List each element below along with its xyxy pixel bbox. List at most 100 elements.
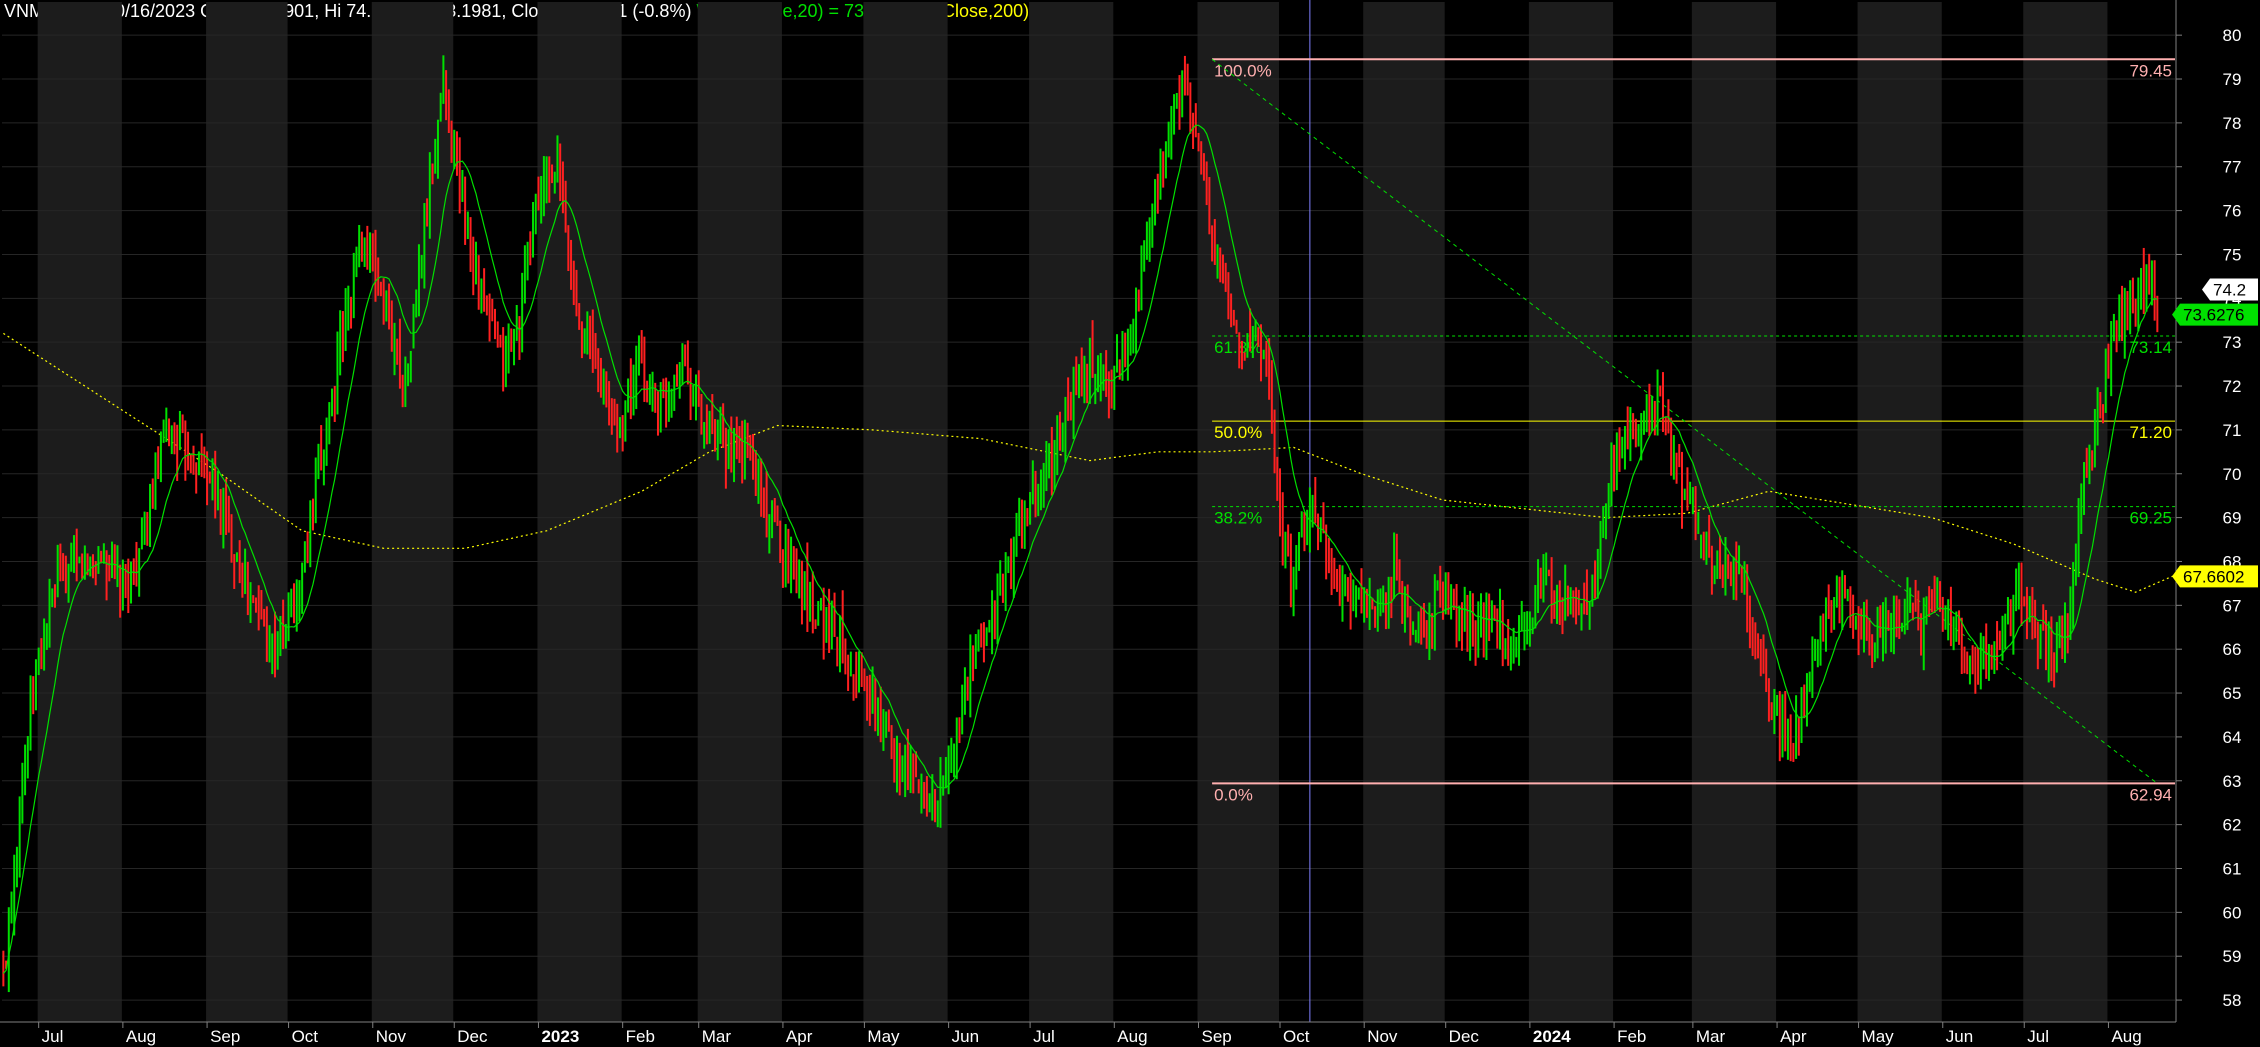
price-tick-label: 76: [2223, 202, 2242, 221]
price-bar: [469, 217, 472, 272]
price-bar: [2074, 543, 2077, 586]
price-bar: [1238, 332, 1241, 369]
price-tick-label: 65: [2223, 684, 2242, 703]
price-bar: [2140, 267, 2143, 310]
price-bar: [1249, 308, 1252, 352]
price-bar: [586, 311, 589, 355]
price-bar: [1107, 371, 1110, 419]
price-bar: [1186, 63, 1189, 96]
price-bar: [1292, 566, 1295, 617]
time-tick-label: Feb: [1617, 1027, 1646, 1046]
price-bar: [996, 573, 999, 645]
price-bar: [2053, 652, 2056, 688]
price-bar: [974, 634, 977, 669]
price-bar: [1075, 356, 1078, 396]
price-bar: [1262, 349, 1265, 360]
price-bar: [1974, 646, 1977, 694]
price-bar: [1691, 487, 1694, 515]
price-bar: [2091, 450, 2094, 471]
price-bar: [1045, 440, 1048, 492]
price-bar: [450, 120, 453, 163]
price-bar: [154, 452, 157, 510]
price-bar: [1838, 576, 1841, 624]
price-bar: [1431, 613, 1434, 649]
price-bar: [923, 781, 926, 809]
price-bar: [863, 668, 866, 692]
price-bar: [849, 651, 852, 677]
price-bar: [925, 776, 928, 817]
price-bar: [401, 374, 404, 408]
price-bar: [727, 429, 730, 470]
fib-price-label: 73.14: [2129, 338, 2172, 357]
price-bar: [1580, 603, 1583, 631]
price-bar: [178, 410, 181, 451]
price-bar: [102, 543, 105, 564]
price-bar: [1200, 141, 1203, 175]
price-chart[interactable]: 100.0% 79.4561.8% 73.1450.0% 71.2038.2% 69.2…: [0, 0, 2260, 1047]
price-bar: [1376, 589, 1379, 632]
time-tick-label: Nov: [376, 1027, 407, 1046]
price-bar: [1357, 587, 1360, 600]
time-tick-label: Apr: [1780, 1027, 1807, 1046]
price-bar: [2006, 597, 2009, 625]
price-bar: [1653, 400, 1656, 436]
price-bar: [499, 334, 502, 348]
price-bar: [711, 394, 714, 435]
time-tick-label: Aug: [1117, 1027, 1147, 1046]
price-bar: [1561, 597, 1564, 635]
price-bar: [1183, 55, 1186, 96]
price-bar: [260, 590, 263, 620]
price-bar: [529, 231, 532, 266]
price-bar: [271, 633, 274, 675]
price-bar: [1585, 569, 1588, 615]
price-bar: [1509, 636, 1512, 671]
price-bar: [2004, 613, 2007, 650]
price-bar: [545, 156, 548, 204]
price-bar: [301, 562, 304, 614]
price-bar: [1064, 396, 1067, 463]
price-bar: [1520, 600, 1523, 631]
price-bar: [814, 619, 817, 629]
time-tick-label: Jun: [952, 1027, 979, 1046]
price-bar: [1355, 585, 1358, 618]
price-bar: [741, 420, 744, 484]
price-bar: [360, 231, 363, 262]
price-bar: [1537, 559, 1540, 613]
price-bar: [1208, 177, 1211, 235]
price-bar: [640, 330, 643, 364]
price-bar: [1873, 642, 1876, 663]
price-bar: [1029, 492, 1032, 525]
price-bar: [833, 592, 836, 637]
price-bar: [390, 300, 393, 352]
price-bar: [461, 169, 464, 202]
price-bar: [733, 427, 736, 483]
price-bar: [1420, 606, 1423, 645]
price-bar: [817, 601, 820, 626]
price-bar: [1083, 355, 1086, 404]
price-bar: [197, 451, 200, 476]
price-bar: [1558, 580, 1561, 625]
price-bar: [738, 426, 741, 464]
price-bar: [1086, 363, 1089, 404]
price-bar: [654, 382, 657, 413]
price-bar: [999, 560, 1002, 596]
price-bar: [684, 344, 687, 367]
price-bar: [972, 645, 975, 682]
price-bar: [1406, 584, 1409, 618]
price-bar: [1164, 141, 1167, 179]
price-bar: [436, 119, 439, 179]
price-bar: [934, 789, 937, 823]
price-bar: [393, 322, 396, 376]
price-bar: [1670, 417, 1673, 476]
price-bar: [1890, 612, 1893, 653]
price-bar: [75, 528, 78, 582]
price-bar: [1336, 568, 1339, 592]
price-bar: [1721, 564, 1724, 588]
price-bar: [1871, 634, 1874, 668]
price-bar: [1490, 600, 1493, 633]
price-bar: [1599, 520, 1602, 579]
price-bar: [246, 561, 249, 616]
price-bar: [1661, 372, 1664, 432]
price-bar: [1259, 324, 1262, 382]
price-bar: [936, 800, 939, 828]
